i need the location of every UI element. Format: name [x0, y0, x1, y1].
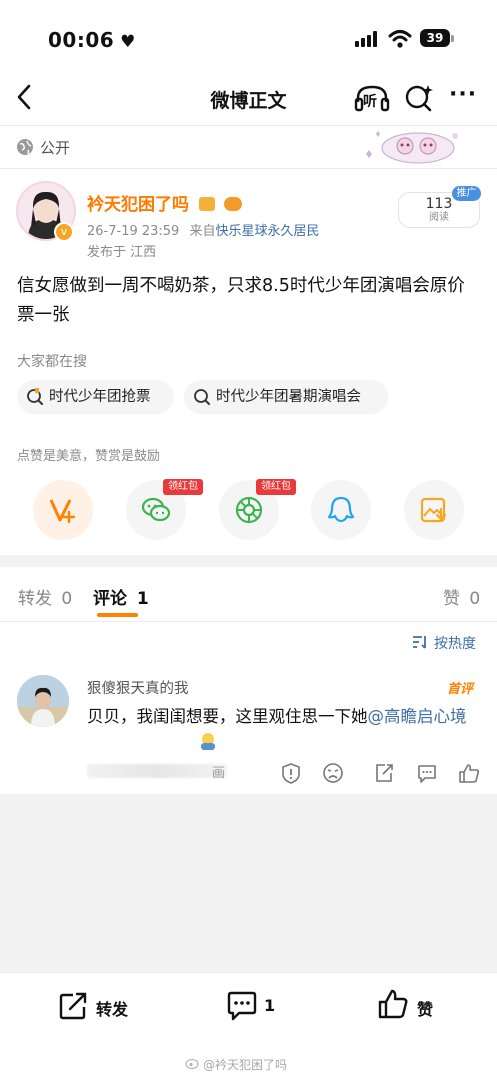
- mention-link[interactable]: @高瞻启心境: [368, 707, 467, 726]
- decorative-sticker: [366, 131, 458, 164]
- hongbao-badge: 领红包: [163, 479, 203, 495]
- listen-label: 听: [363, 94, 377, 110]
- post-location: 发布于 江西: [87, 245, 157, 260]
- empty-area: [0, 794, 497, 972]
- tab-count: 0: [61, 589, 73, 609]
- status-time: 00:06 ♥: [48, 28, 136, 52]
- share-comment-icon[interactable]: [373, 762, 395, 784]
- cellular-signal-icon: [355, 31, 381, 47]
- more-options-button[interactable]: ···: [449, 84, 483, 112]
- emoji-icon: [201, 733, 215, 750]
- heart-icon: ♥: [120, 32, 136, 52]
- thumbs-up-icon: [378, 989, 408, 1019]
- tab-count: 1: [136, 589, 149, 609]
- battery-icon: 39: [420, 29, 450, 47]
- post-meta: 26-7-19 23:59 来自快乐星球永久居民: [87, 220, 320, 239]
- read-label: 阅读: [429, 212, 449, 223]
- sort-label: 按热度: [434, 636, 476, 652]
- crown-emoji-icon: [198, 197, 215, 211]
- divider: [0, 621, 497, 622]
- weibo-logo-icon: [185, 1058, 199, 1069]
- watermark: @衿天犯困了吗: [185, 1056, 287, 1073]
- qq-icon: [327, 496, 355, 523]
- ai-search-button[interactable]: [403, 83, 435, 113]
- wifi-icon: [388, 30, 412, 48]
- like-label: 赞: [417, 1000, 434, 1019]
- trending-search-chip[interactable]: 时代少年团暑期演唱会: [184, 380, 388, 414]
- promote-badge[interactable]: 推广: [452, 186, 481, 201]
- verified-badge-icon: v: [54, 222, 74, 242]
- section-divider: [0, 555, 497, 567]
- globe-icon: [17, 139, 33, 155]
- commenter-avatar[interactable]: [17, 675, 69, 727]
- trending-search-heading: 大家都在搜: [17, 354, 87, 370]
- reward-hint: 点赞是美意，赞赏是鼓励: [17, 449, 161, 464]
- reply-comment-icon[interactable]: [416, 762, 438, 784]
- comment-button[interactable]: 1: [226, 991, 286, 1021]
- listen-button[interactable]: 听: [354, 84, 390, 112]
- comment-text: 贝贝，我闺闺想要，这里观住思一下她: [87, 707, 368, 726]
- chip-label: 时代少年团暑期演唱会: [216, 389, 361, 405]
- visibility-label: 公开: [40, 139, 71, 157]
- share-qq-button[interactable]: [311, 480, 371, 540]
- chip-label: 时代少年团抢票: [49, 389, 151, 405]
- repost-label: 转发: [96, 1000, 129, 1019]
- avatar-image: [17, 675, 69, 727]
- moments-icon: [235, 496, 263, 524]
- post-timestamp: 26-7-19 23:59: [87, 224, 180, 239]
- post-body: 信女愿做到一周不喝奶茶，只求8.5时代少年团演唱会原价票一张: [17, 276, 465, 325]
- commenter-name[interactable]: 狠傻狠天真的我: [87, 677, 189, 698]
- tab-label: 赞: [443, 589, 460, 609]
- search-icon: [194, 389, 210, 405]
- repost-button[interactable]: 转发: [58, 991, 138, 1021]
- save-image-icon: [420, 497, 447, 523]
- like-comment-icon[interactable]: [458, 762, 480, 784]
- repost-icon: [59, 992, 87, 1020]
- sort-icon: [413, 636, 426, 649]
- hongbao-badge: 领红包: [256, 479, 296, 495]
- post-source-link[interactable]: 快乐星球永久居民: [216, 224, 320, 239]
- comment-count: 1: [264, 996, 276, 1015]
- battery-cap: [451, 35, 454, 42]
- divider: [0, 168, 497, 169]
- comment-icon: [227, 991, 257, 1021]
- report-icon[interactable]: [280, 762, 302, 784]
- tab-likes[interactable]: 赞 0: [443, 584, 480, 609]
- save-image-button[interactable]: [404, 480, 464, 540]
- first-comment-badge: 首评: [447, 682, 474, 697]
- comment-meta-tail: 画: [212, 766, 226, 781]
- like-button[interactable]: 赞: [377, 989, 447, 1021]
- wechat-icon: [141, 497, 171, 522]
- sort-by-hot-button[interactable]: 按热度: [413, 633, 476, 653]
- tab-label: 评论: [93, 589, 127, 609]
- hot-search-icon: [27, 388, 43, 405]
- author-name-text: 衿天犯困了吗: [87, 195, 189, 215]
- active-tab-indicator: [97, 613, 138, 617]
- reward-v-icon: [49, 499, 76, 524]
- author-name[interactable]: 衿天犯困了吗: [87, 190, 242, 215]
- trending-search-chip[interactable]: 时代少年团抢票: [17, 380, 174, 414]
- tab-reposts[interactable]: 转发 0: [18, 584, 72, 609]
- tab-count: 0: [469, 589, 481, 609]
- watermark-text: @衿天犯困了吗: [203, 1058, 288, 1072]
- fish-emoji-icon: [223, 197, 242, 211]
- reward-button[interactable]: [33, 480, 93, 540]
- tab-comments[interactable]: 评论 1: [93, 584, 149, 609]
- tab-label: 转发: [18, 589, 52, 609]
- comment-body: 贝贝，我闺闺想要，这里观住思一下她@高瞻启心境: [87, 703, 487, 731]
- source-prefix: 来自: [189, 224, 216, 239]
- dislike-face-icon[interactable]: [322, 762, 344, 784]
- comment-meta-blurred: [87, 764, 227, 778]
